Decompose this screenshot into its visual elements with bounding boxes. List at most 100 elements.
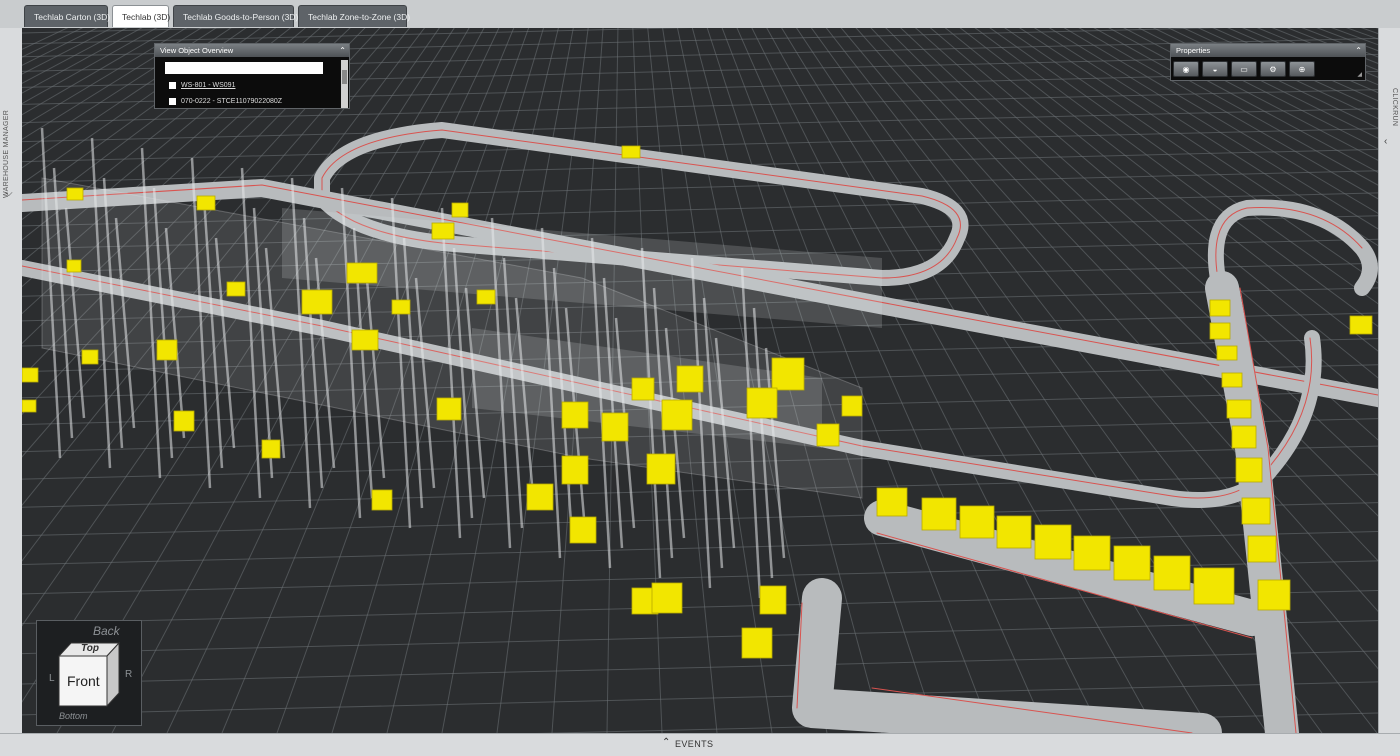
tote[interactable] bbox=[196, 195, 216, 211]
chevron-up-icon[interactable]: ⌃ bbox=[662, 737, 670, 748]
list-item-label: 070-0222 - STCE11079022080Z bbox=[181, 98, 283, 105]
list-item[interactable]: WS-801 - WS091 bbox=[169, 82, 235, 89]
scrollbar-thumb[interactable] bbox=[342, 70, 347, 84]
tote[interactable] bbox=[1241, 497, 1271, 525]
view-cube-top[interactable]: Top bbox=[81, 643, 99, 654]
warehouse-manager-label: WAREHOUSE MANAGER bbox=[3, 109, 10, 198]
events-label: EVENTS bbox=[675, 739, 714, 749]
tote[interactable] bbox=[959, 505, 995, 539]
tote[interactable] bbox=[1226, 399, 1252, 419]
tote[interactable] bbox=[646, 453, 676, 485]
tote[interactable] bbox=[1153, 555, 1191, 591]
chevron-left-icon[interactable]: ‹ bbox=[1384, 136, 1387, 147]
tab-techlab[interactable]: Techlab (3D) bbox=[112, 5, 170, 27]
tote[interactable] bbox=[1216, 345, 1238, 361]
tote[interactable] bbox=[66, 187, 84, 201]
list-item-label: WS-801 - WS091 bbox=[181, 82, 236, 89]
tote[interactable] bbox=[631, 377, 655, 401]
collapse-icon[interactable]: ⌃ bbox=[1355, 44, 1362, 57]
view-cube[interactable]: Back Top Front L R Bottom bbox=[36, 620, 142, 726]
tote[interactable] bbox=[996, 515, 1032, 549]
view-cube-right[interactable]: R bbox=[125, 669, 132, 680]
tote[interactable] bbox=[1231, 425, 1257, 449]
view-cube-front[interactable]: Front bbox=[67, 673, 100, 689]
resize-handle-icon[interactable]: ◢ bbox=[1357, 71, 1362, 78]
events-bar[interactable]: ⌃ EVENTS bbox=[0, 733, 1400, 756]
view-cube-back[interactable]: Back bbox=[93, 624, 120, 638]
chevron-down-icon[interactable]: ⌵ bbox=[5, 188, 13, 199]
tote[interactable] bbox=[351, 329, 379, 351]
tote[interactable] bbox=[1235, 457, 1263, 483]
tote[interactable] bbox=[771, 357, 805, 391]
warehouse-3d-scene[interactable] bbox=[22, 28, 1378, 733]
tote[interactable] bbox=[569, 516, 597, 544]
warehouse-manager-panel[interactable]: WAREHOUSE MANAGER ⌵ bbox=[0, 28, 23, 733]
tote[interactable] bbox=[301, 289, 333, 315]
tote[interactable] bbox=[746, 387, 778, 419]
tab-bar: Techlab Carton (3D) Techlab (3D) Techlab… bbox=[0, 0, 1400, 29]
tote[interactable] bbox=[476, 289, 496, 305]
tote[interactable] bbox=[1193, 567, 1235, 605]
eye-icon[interactable]: ◉ bbox=[1173, 61, 1199, 77]
tote[interactable] bbox=[1113, 545, 1151, 581]
properties-title: Properties bbox=[1176, 46, 1211, 55]
tote[interactable] bbox=[81, 349, 99, 365]
tote[interactable] bbox=[436, 397, 462, 421]
tote[interactable] bbox=[526, 483, 554, 511]
tote[interactable] bbox=[156, 339, 178, 361]
monitor-icon[interactable]: ▭ bbox=[1231, 61, 1257, 77]
tote[interactable] bbox=[1247, 535, 1277, 563]
tote[interactable] bbox=[66, 259, 82, 273]
view-cube-left[interactable]: L bbox=[49, 673, 55, 684]
item-checkbox[interactable] bbox=[169, 82, 176, 89]
tote[interactable] bbox=[1257, 579, 1291, 611]
tote[interactable] bbox=[1349, 315, 1373, 335]
tote[interactable] bbox=[876, 487, 908, 517]
tote[interactable] bbox=[1034, 524, 1072, 560]
tote[interactable] bbox=[561, 401, 589, 429]
tote[interactable] bbox=[661, 399, 693, 431]
warehouse-3d-viewport[interactable]: View Object Overview ⌃ WS-801 - WS091 07… bbox=[22, 28, 1378, 733]
tote[interactable] bbox=[261, 439, 281, 459]
tote[interactable] bbox=[371, 489, 393, 511]
tote[interactable] bbox=[1209, 299, 1231, 317]
clickrun-panel[interactable]: CLICKRUN ‹ bbox=[1378, 28, 1400, 733]
layers-icon[interactable]: ◒ bbox=[1202, 61, 1228, 77]
tote[interactable] bbox=[759, 585, 787, 615]
list-item[interactable]: 070-0222 - STCE11079022080Z bbox=[169, 98, 282, 105]
grid-line bbox=[1333, 28, 1378, 733]
tote[interactable] bbox=[621, 145, 641, 159]
tote[interactable] bbox=[816, 423, 840, 447]
tote[interactable] bbox=[173, 410, 195, 432]
tote[interactable] bbox=[22, 399, 37, 413]
tote[interactable] bbox=[391, 299, 411, 315]
tab-techlab-goods-to-person[interactable]: Techlab Goods-to-Person (3D) bbox=[173, 5, 298, 27]
tote[interactable] bbox=[651, 582, 683, 614]
tote[interactable] bbox=[561, 455, 589, 485]
item-checkbox[interactable] bbox=[169, 98, 176, 105]
grid-line bbox=[22, 502, 1378, 537]
tote[interactable] bbox=[346, 262, 378, 284]
tote[interactable] bbox=[451, 202, 469, 218]
properties-panel: Properties ⌃ ◉ ◒ ▭ ⚙ ⊕ ◢ bbox=[1170, 43, 1366, 81]
tote[interactable] bbox=[676, 365, 704, 393]
clickrun-label: CLICKRUN bbox=[1391, 88, 1398, 127]
collapse-icon[interactable]: ⌃ bbox=[339, 44, 346, 57]
object-search-input[interactable] bbox=[165, 62, 323, 74]
tab-techlab-zone-to-zone[interactable]: Techlab Zone-to-Zone (3D) bbox=[298, 5, 410, 27]
tote[interactable] bbox=[431, 222, 455, 240]
view-cube-bottom[interactable]: Bottom bbox=[59, 711, 88, 721]
tote[interactable] bbox=[601, 412, 629, 442]
tote[interactable] bbox=[22, 367, 39, 383]
tote[interactable] bbox=[741, 627, 773, 659]
tote[interactable] bbox=[1221, 372, 1243, 388]
tote[interactable] bbox=[226, 281, 246, 297]
add-icon[interactable]: ⊕ bbox=[1289, 61, 1315, 77]
settings-icon[interactable]: ⚙ bbox=[1260, 61, 1286, 77]
tote[interactable] bbox=[1073, 535, 1111, 571]
tote[interactable] bbox=[841, 395, 863, 417]
tote[interactable] bbox=[1209, 322, 1231, 340]
tab-techlab-carton[interactable]: Techlab Carton (3D) bbox=[24, 5, 110, 27]
list-scrollbar[interactable] bbox=[341, 60, 348, 108]
tote[interactable] bbox=[921, 497, 957, 531]
